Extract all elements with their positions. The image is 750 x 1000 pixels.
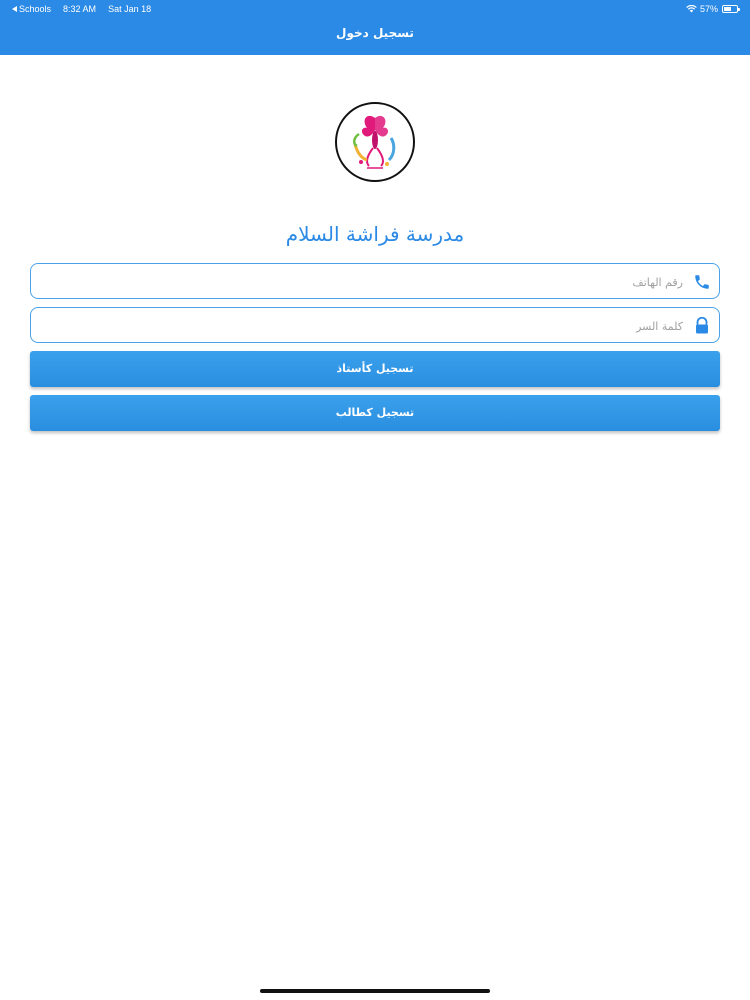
- teacher-login-button[interactable]: تسجيل كأستاذ: [30, 351, 720, 387]
- back-arrow-icon: [12, 6, 17, 12]
- password-input[interactable]: [41, 308, 685, 344]
- back-app-label: Schools: [19, 4, 52, 14]
- status-date: Sat Jan 18: [108, 4, 152, 14]
- page-title: تسجيل دخول: [336, 26, 414, 40]
- battery-percent: 57%: [699, 4, 718, 14]
- phone-icon: [693, 273, 711, 291]
- phone-input[interactable]: [41, 264, 685, 300]
- school-logo: [335, 102, 415, 182]
- home-indicator[interactable]: [260, 989, 490, 993]
- status-time: 8:32 AM: [63, 4, 97, 14]
- lock-icon: [693, 316, 711, 335]
- wifi-icon: [686, 4, 697, 13]
- phone-field[interactable]: [30, 263, 720, 300]
- battery-level-fill: [724, 7, 731, 11]
- password-field[interactable]: [30, 307, 720, 344]
- school-name-title: مدرسة فراشة السلام: [285, 222, 465, 246]
- student-login-button[interactable]: تسجيل كطالب: [30, 395, 720, 431]
- login-screen: Schools 8:32 AM Sat Jan 18 57% تسجيل دخو…: [0, 0, 750, 1000]
- battery-icon: [722, 5, 740, 13]
- status-bar: Schools 8:32 AM Sat Jan 18 57%: [0, 4, 750, 16]
- butterfly-logo-icon: [353, 115, 396, 169]
- back-to-app-link[interactable]: Schools: [12, 4, 51, 14]
- header-bar: Schools 8:32 AM Sat Jan 18 57% تسجيل دخو…: [0, 0, 750, 55]
